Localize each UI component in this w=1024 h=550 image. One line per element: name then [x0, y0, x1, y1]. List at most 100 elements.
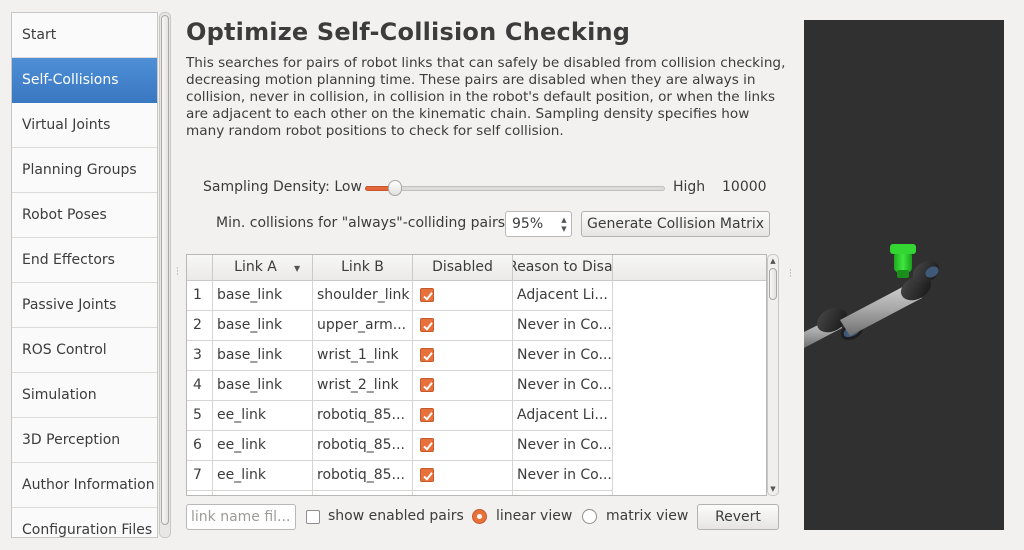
linear-view-radio[interactable] [472, 509, 487, 524]
checkmark-icon [423, 292, 433, 301]
link-a-cell [213, 491, 313, 495]
row-index-cell [187, 491, 213, 495]
sort-descending-icon: ▼ [294, 264, 301, 273]
checkmark-icon [423, 382, 433, 391]
link-a-cell[interactable]: base_link [213, 341, 313, 371]
reason-cell[interactable]: Never in Co... [513, 371, 613, 401]
sidebar-nav: Start Self-Collisions Virtual Joints Pla… [11, 12, 158, 538]
disabled-cell [413, 371, 513, 401]
sidebar-item-3d-perception[interactable]: 3D Perception [12, 418, 157, 463]
disabled-checkbox[interactable] [420, 288, 434, 302]
sampling-density-label: Sampling Density: Low [203, 179, 362, 195]
table-row[interactable]: 4 base_link wrist_2_link Never in Co... [187, 371, 613, 401]
disabled-checkbox[interactable] [420, 468, 434, 482]
sampling-density-row: Sampling Density: Low High 10000 [203, 178, 783, 198]
sidebar-item-virtual-joints[interactable]: Virtual Joints [12, 103, 157, 148]
show-enabled-pairs-label[interactable]: show enabled pairs [328, 508, 464, 524]
disabled-checkbox[interactable] [420, 438, 434, 452]
column-header-disabled[interactable]: Disabled [413, 255, 513, 281]
table-header: Link A ▼ Link B Disabled Reason to Disab… [187, 255, 766, 281]
sidebar-item-robot-poses[interactable]: Robot Poses [12, 193, 157, 238]
reason-cell[interactable]: Never in Co... [513, 311, 613, 341]
table-row[interactable]: 5 ee_link robotiq_85... Adjacent Li... [187, 401, 613, 431]
reason-cell[interactable]: Adjacent Li... [513, 281, 613, 311]
table-row[interactable]: 6 ee_link robotiq_85... Never in Co... [187, 431, 613, 461]
link-b-cell[interactable]: wrist_2_link [313, 371, 413, 401]
disabled-checkbox[interactable] [420, 318, 434, 332]
column-header-reason[interactable]: Reason to Disable [513, 255, 613, 281]
spin-up-arrow-icon[interactable]: ▲ [560, 216, 568, 224]
row-index-cell[interactable]: 5 [187, 401, 213, 431]
link-b-cell[interactable]: robotiq_85... [313, 461, 413, 491]
disabled-checkbox[interactable] [420, 408, 434, 422]
table-row[interactable]: 7 ee_link robotiq_85... Never in Co... [187, 461, 613, 491]
sidebar-scrollbar[interactable] [159, 12, 171, 538]
link-b-cell[interactable]: wrist_1_link [313, 341, 413, 371]
min-collisions-value[interactable]: 95% [512, 216, 543, 232]
link-a-cell[interactable]: base_link [213, 281, 313, 311]
linear-view-label[interactable]: linear view [496, 508, 572, 524]
table-scrollbar[interactable]: ▲ ▼ [767, 254, 779, 496]
scroll-down-arrow-icon[interactable]: ▼ [769, 485, 777, 493]
sidebar-item-configuration-files[interactable]: Configuration Files [12, 508, 157, 537]
scroll-up-arrow-icon[interactable]: ▲ [769, 257, 777, 265]
robot-gripper [890, 244, 916, 278]
collision-table: Link A ▼ Link B Disabled Reason to Disab… [186, 254, 767, 496]
generate-collision-matrix-button[interactable]: Generate Collision Matrix [581, 211, 770, 237]
link-b-cell[interactable]: robotiq_85... [313, 401, 413, 431]
spin-down-arrow-icon[interactable]: ▼ [560, 225, 568, 233]
checkmark-icon [423, 442, 433, 451]
disabled-checkbox[interactable] [420, 378, 434, 392]
table-scroll-thumb[interactable] [769, 268, 777, 300]
link-a-cell[interactable]: ee_link [213, 461, 313, 491]
sidebar-splitter-handle[interactable]: · · · [176, 265, 180, 280]
matrix-view-radio[interactable] [582, 509, 597, 524]
sidebar-scroll-thumb[interactable] [161, 15, 169, 525]
link-b-cell[interactable]: robotiq_85... [313, 431, 413, 461]
reason-cell[interactable]: Adjacent Li... [513, 401, 613, 431]
row-index-cell[interactable]: 6 [187, 431, 213, 461]
revert-button[interactable]: Revert [697, 504, 779, 530]
sidebar-item-self-collisions[interactable]: Self-Collisions [12, 58, 157, 103]
min-collisions-label: Min. collisions for "always"-colliding p… [216, 215, 510, 231]
sampling-density-slider-track[interactable] [365, 186, 665, 191]
sampling-density-high-label: High [673, 179, 706, 195]
reason-cell[interactable]: Never in Co... [513, 461, 613, 491]
link-a-cell[interactable]: ee_link [213, 401, 313, 431]
table-row[interactable] [187, 491, 613, 495]
row-index-cell[interactable]: 4 [187, 371, 213, 401]
viewport-splitter-handle[interactable]: · · · [789, 267, 793, 282]
sidebar-item-simulation[interactable]: Simulation [12, 373, 157, 418]
table-row[interactable]: 2 base_link upper_arm... Never in Co... [187, 311, 613, 341]
link-name-filter-input[interactable] [186, 504, 296, 530]
link-b-cell[interactable]: shoulder_link [313, 281, 413, 311]
sidebar-item-end-effectors[interactable]: End Effectors [12, 238, 157, 283]
column-header-link-b[interactable]: Link B [313, 255, 413, 281]
sidebar-item-ros-control[interactable]: ROS Control [12, 328, 157, 373]
row-index-cell[interactable]: 2 [187, 311, 213, 341]
sidebar-item-passive-joints[interactable]: Passive Joints [12, 283, 157, 328]
row-index-cell[interactable]: 1 [187, 281, 213, 311]
row-index-header [187, 255, 213, 281]
sidebar-item-planning-groups[interactable]: Planning Groups [12, 148, 157, 193]
show-enabled-pairs-checkbox[interactable] [306, 510, 320, 524]
sampling-density-slider-handle[interactable] [388, 180, 402, 196]
sidebar-item-start[interactable]: Start [12, 13, 157, 58]
row-index-cell[interactable]: 3 [187, 341, 213, 371]
min-collisions-spinbox[interactable]: 95% ▲ ▼ [505, 211, 572, 237]
reason-cell[interactable]: Never in Co... [513, 341, 613, 371]
disabled-cell [413, 341, 513, 371]
sampling-density-value: 10000 [722, 179, 767, 195]
table-row[interactable]: 3 base_link wrist_1_link Never in Co... [187, 341, 613, 371]
sidebar-item-author-information[interactable]: Author Information [12, 463, 157, 508]
link-b-cell[interactable]: upper_arm... [313, 311, 413, 341]
disabled-checkbox[interactable] [420, 348, 434, 362]
robot-3d-viewport[interactable] [804, 20, 1004, 530]
matrix-view-label[interactable]: matrix view [606, 508, 688, 524]
table-row[interactable]: 1 base_link shoulder_link Adjacent Li... [187, 281, 613, 311]
row-index-cell[interactable]: 7 [187, 461, 213, 491]
link-a-cell[interactable]: base_link [213, 311, 313, 341]
link-a-cell[interactable]: ee_link [213, 431, 313, 461]
reason-cell[interactable]: Never in Co... [513, 431, 613, 461]
link-a-cell[interactable]: base_link [213, 371, 313, 401]
